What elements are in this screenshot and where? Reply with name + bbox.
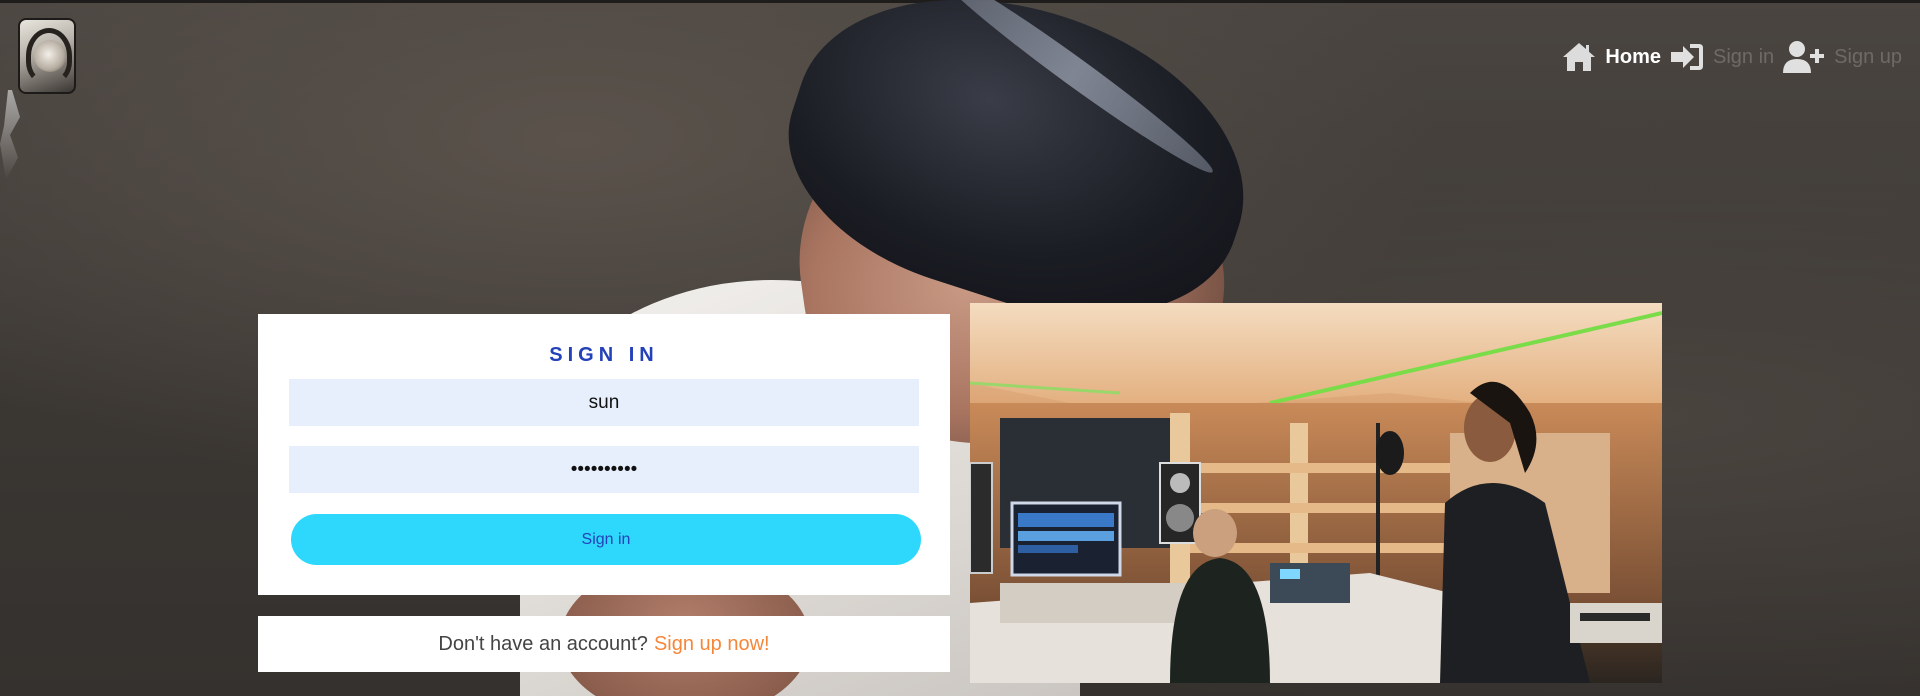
nav-signup-label: Sign up	[1834, 45, 1902, 68]
user-plus-icon	[1782, 40, 1826, 74]
nav-signin[interactable]: Sign in	[1669, 41, 1774, 73]
password-input[interactable]	[289, 446, 919, 493]
signup-prompt: Don't have an account? Sign up now!	[258, 616, 950, 672]
nav-signup[interactable]: Sign up	[1782, 40, 1902, 74]
nav-signin-label: Sign in	[1713, 45, 1775, 68]
home-icon	[1561, 41, 1597, 73]
signin-card: SIGN IN Sign in	[258, 314, 950, 595]
studio-illustration	[970, 303, 1662, 683]
signin-title: SIGN IN	[549, 344, 659, 366]
nav-home[interactable]: Home	[1561, 41, 1661, 73]
username-input[interactable]	[289, 379, 919, 426]
site-logo[interactable]	[18, 18, 76, 94]
signup-prompt-text: Don't have an account?	[438, 632, 648, 655]
signin-button[interactable]: Sign in	[291, 514, 921, 565]
logo-hair	[26, 28, 72, 84]
top-navigation: Home Sign in Sign up	[1553, 38, 1902, 76]
signup-now-link[interactable]: Sign up now!	[654, 633, 770, 656]
studio-image	[970, 303, 1662, 683]
sign-in-icon	[1669, 41, 1705, 73]
nav-home-label: Home	[1605, 45, 1661, 68]
